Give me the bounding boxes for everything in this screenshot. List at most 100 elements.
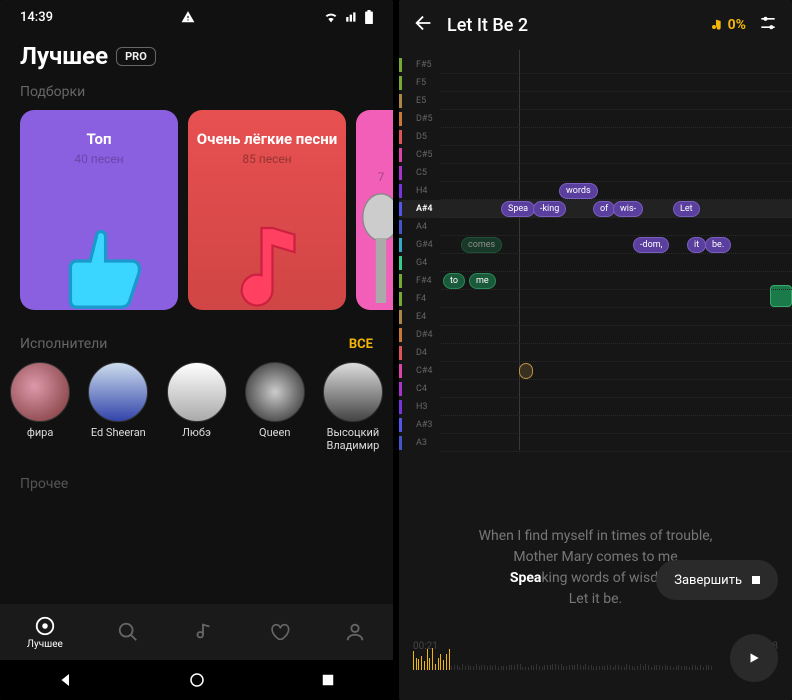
- microphone-icon: [356, 186, 393, 310]
- pitch-label: H4: [406, 186, 440, 196]
- lyric-highlight: Spea: [510, 570, 542, 586]
- all-link[interactable]: ВСЕ: [349, 337, 373, 352]
- artist-item[interactable]: Ed Sheeran: [82, 362, 154, 452]
- status-icons: [181, 10, 195, 24]
- card-third[interactable]: 7: [356, 110, 393, 310]
- sliders-icon: [758, 13, 778, 33]
- pitch-row: C#4: [399, 362, 792, 380]
- pitch-row: C4: [399, 380, 792, 398]
- pitch-color-bar: [399, 382, 402, 396]
- pitch-row: D#4: [399, 326, 792, 344]
- wifi-icon: [323, 11, 339, 23]
- artist-name: Queen: [259, 426, 290, 439]
- pitch-row: H3: [399, 398, 792, 416]
- nav-search[interactable]: [117, 621, 139, 643]
- finish-button[interactable]: Завершить: [656, 560, 778, 600]
- avatar: [10, 362, 70, 422]
- score-value: 0%: [728, 17, 746, 33]
- syllable: wis-: [613, 201, 643, 217]
- pitch-label: F#5: [406, 60, 440, 70]
- home-icon[interactable]: [188, 671, 206, 689]
- pitch-color-bar: [399, 400, 402, 414]
- pitch-row: E4: [399, 308, 792, 326]
- right-screen: Let It Be 2 0% F#5F5E5D#5D5C#5C5H4A#4A4G…: [399, 0, 792, 700]
- pitch-label: G4: [406, 258, 440, 268]
- section-collections: Подборки: [0, 84, 393, 110]
- note-icon: [192, 621, 214, 643]
- pitch-label: C5: [406, 168, 440, 178]
- page-title: Лучшее: [20, 42, 108, 70]
- recent-icon[interactable]: [319, 671, 337, 689]
- nav-best[interactable]: Лучшее: [27, 615, 63, 650]
- pitch-label: C#4: [406, 366, 440, 376]
- pitch-label: C4: [406, 384, 440, 394]
- pitch-label: A3: [406, 438, 440, 448]
- card-easy[interactable]: Очень лёгкие песни 85 песен: [188, 110, 346, 310]
- signal-icon: [345, 11, 359, 23]
- stop-icon: [752, 576, 760, 584]
- pitch-color-bar: [399, 94, 402, 108]
- pitch-color-bar: [399, 418, 402, 432]
- syllable: be.: [705, 237, 731, 253]
- waveform[interactable]: [413, 642, 712, 670]
- nav-label: Лучшее: [27, 639, 63, 650]
- pitch-row: C5: [399, 164, 792, 182]
- artists-row[interactable]: фира Ed Sheeran Любэ Queen Высоцкий Влад…: [0, 362, 393, 452]
- artist-item[interactable]: Любэ: [160, 362, 232, 452]
- avatar: [245, 362, 305, 422]
- pitch-color-bar: [399, 130, 402, 144]
- artist-name: фира: [27, 426, 54, 439]
- pitch-color-bar: [399, 274, 402, 288]
- syllable: of: [593, 201, 615, 217]
- left-screen: 14:39 Лучшее PRO Подборки Топ 40 песен О…: [0, 0, 393, 700]
- pitch-area[interactable]: F#5F5E5D#5D5C#5C5H4A#4A4G#4G4F#4F4E4D#4D…: [399, 50, 792, 450]
- pitch-label: D#4: [406, 330, 440, 340]
- status-time: 14:39: [20, 10, 53, 25]
- back-button[interactable]: [413, 12, 435, 38]
- battery-icon: [365, 10, 373, 24]
- pitch-label: A#4: [406, 204, 440, 214]
- nav-favorites[interactable]: [268, 621, 290, 643]
- score: 0%: [708, 17, 746, 33]
- pitch-row: G#4: [399, 236, 792, 254]
- thumbs-up-icon: [39, 206, 159, 310]
- pitch-color-bar: [399, 292, 402, 306]
- syllable: it: [687, 237, 706, 253]
- nav-songs[interactable]: [192, 621, 214, 643]
- pitch-color-bar: [399, 148, 402, 162]
- pitch-row: G4: [399, 254, 792, 272]
- nav-profile[interactable]: [344, 621, 366, 643]
- pitch-label: E5: [406, 96, 440, 106]
- artist-item[interactable]: фира: [4, 362, 76, 452]
- arrow-left-icon: [413, 12, 435, 34]
- play-button[interactable]: [730, 634, 778, 682]
- status-right: [323, 10, 373, 24]
- pitch-label: G#4: [406, 240, 440, 250]
- pro-badge[interactable]: PRO: [116, 47, 156, 66]
- pitch-color-bar: [399, 58, 402, 72]
- pitch-row: A3: [399, 434, 792, 452]
- pitch-label: A#3: [406, 420, 440, 430]
- lyric-line: When I find myself in times of trouble,: [399, 526, 792, 547]
- pitch-label: E4: [406, 312, 440, 322]
- card-title: Очень лёгкие песни: [197, 130, 337, 148]
- search-icon: [117, 621, 139, 643]
- collections-row[interactable]: Топ 40 песен Очень лёгкие песни 85 песен…: [0, 110, 393, 320]
- pitch-color-bar: [399, 202, 402, 216]
- artist-item[interactable]: Queen: [239, 362, 311, 452]
- syllable: comes: [461, 237, 502, 253]
- pitch-label: D#5: [406, 114, 440, 124]
- page-header: Лучшее PRO: [0, 34, 393, 84]
- heart-icon: [268, 621, 290, 643]
- pitch-row: A4: [399, 218, 792, 236]
- avatar: [88, 362, 148, 422]
- settings-button[interactable]: [758, 13, 778, 37]
- artist-item[interactable]: Высоцкий Владимир: [317, 362, 389, 452]
- syllable: -king: [533, 201, 566, 217]
- back-icon[interactable]: [57, 671, 75, 689]
- card-subtitle: 85 песен: [242, 152, 291, 166]
- person-icon: [344, 621, 366, 643]
- song-header: Let It Be 2 0%: [399, 0, 792, 50]
- card-top[interactable]: Топ 40 песен: [20, 110, 178, 310]
- pitch-label: F4: [406, 294, 440, 304]
